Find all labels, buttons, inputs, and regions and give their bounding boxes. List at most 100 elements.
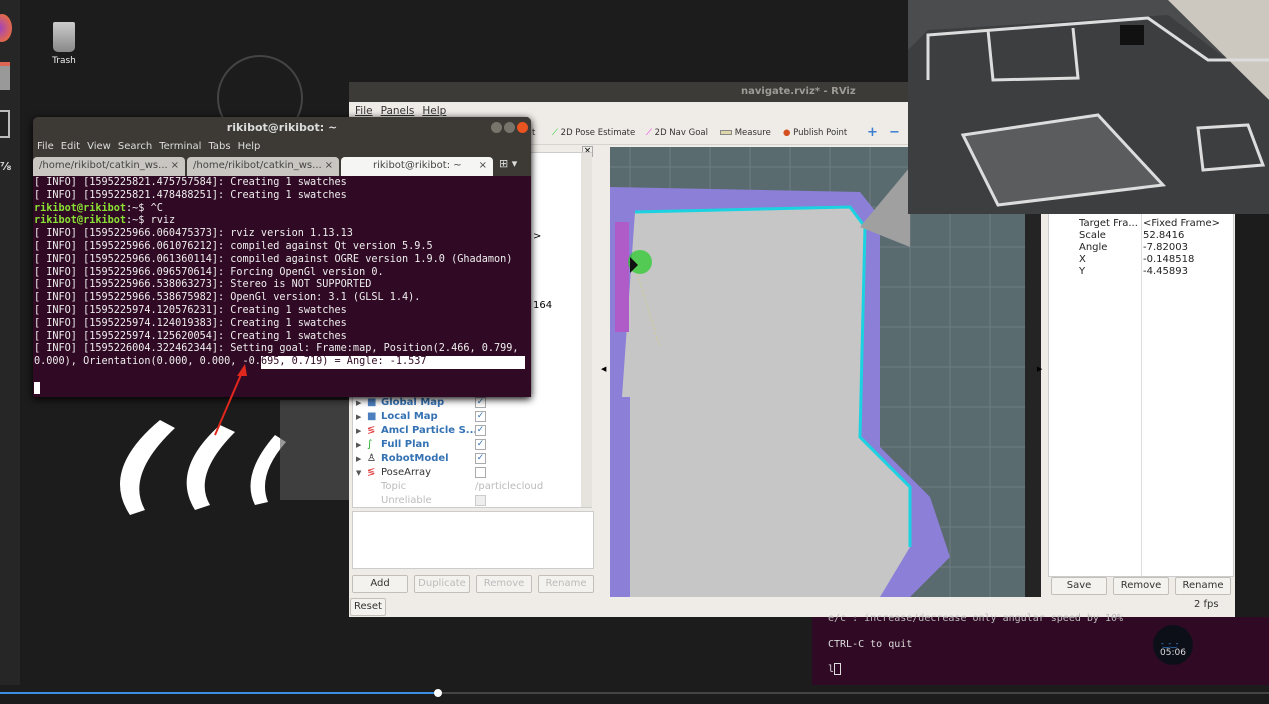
menu-edit[interactable]: Edit	[61, 141, 80, 152]
display-full-plan[interactable]: ▶ ∫ Full Plan ✓	[353, 438, 593, 452]
prop-value[interactable]: /particlecloud	[475, 480, 543, 494]
output-line: [ INFO] [1595225974.124019383]: Creating…	[34, 317, 347, 329]
tool-2d-pose-estimate[interactable]: ⟋ 2D Pose Estimate	[552, 128, 635, 138]
menu-view[interactable]: View	[87, 141, 111, 152]
display-amcl-particles[interactable]: ▶ ≶ Amcl Particle S... ✓	[353, 424, 593, 438]
video-progress-bar[interactable]	[0, 689, 1269, 697]
tab-close-icon[interactable]: ×	[325, 160, 333, 173]
teleop-terminal[interactable]: e/c : increase/decrease only angular spe…	[812, 613, 1269, 685]
close-icon[interactable]	[517, 122, 528, 133]
rename-view-button[interactable]: Rename	[1175, 577, 1231, 595]
tab-home[interactable]: rikibot@rikibot: ~ ×	[341, 157, 493, 176]
firefox-icon[interactable]	[0, 14, 12, 42]
maximize-icon[interactable]	[504, 122, 515, 133]
reset-button[interactable]: Reset	[350, 598, 386, 616]
tab-label: /home/rikibot/catkin_ws...	[39, 160, 168, 171]
display-checkbox[interactable]: ✓	[475, 411, 486, 422]
tool-2d-nav-goal[interactable]: ⟋ 2D Nav Goal	[646, 128, 708, 138]
selected-text: 695, 0.719) = Angle: -1.537	[260, 356, 525, 369]
collapse-icon[interactable]: ▼	[356, 466, 361, 480]
menu-file[interactable]: File	[37, 141, 54, 152]
display-robot-model[interactable]: ▶ ♙ RobotModel ✓	[353, 452, 593, 466]
tab-catkin-2[interactable]: /home/rikibot/catkin_ws... ×	[187, 157, 339, 176]
duplicate-button[interactable]: Duplicate	[414, 575, 470, 593]
unreliable-checkbox[interactable]	[475, 495, 486, 506]
collapse-left-icon[interactable]: ◀	[601, 365, 606, 373]
menu-tabs[interactable]: Tabs	[208, 141, 230, 152]
expand-icon[interactable]: ▶	[356, 452, 361, 466]
cursor	[834, 663, 842, 675]
fps-indicator: 2 fps	[1194, 599, 1219, 610]
minus-icon[interactable]: −	[889, 125, 900, 140]
tool-measure[interactable]: Measure	[720, 128, 771, 138]
map-view[interactable]	[610, 147, 1040, 597]
pose-array-icon: ≶	[367, 425, 376, 436]
terminal-output[interactable]: [ INFO] [1595225821.475757584]: Creating…	[33, 176, 531, 395]
tree-scrollbar[interactable]	[581, 153, 592, 507]
display-checkbox[interactable]: ✓	[475, 439, 486, 450]
display-checkbox[interactable]	[475, 467, 486, 478]
camera-overlay	[908, 0, 1269, 214]
minimize-icon[interactable]	[491, 122, 502, 133]
tool-partial[interactable]: t	[532, 128, 535, 138]
display-label: Amcl Particle S...	[381, 425, 478, 436]
display-label: RobotModel	[381, 453, 449, 464]
rviz-app-icon[interactable]: ⅞	[0, 160, 11, 173]
tab-close-icon[interactable]: ×	[479, 160, 487, 173]
add-button[interactable]: Add	[352, 575, 408, 593]
expand-icon[interactable]: ▶	[356, 396, 361, 410]
video-progress-handle[interactable]	[433, 689, 442, 697]
rename-button[interactable]: Rename	[538, 575, 594, 593]
prop-scale-value[interactable]: 52.8416	[1143, 230, 1220, 242]
remove-view-button[interactable]: Remove	[1113, 577, 1169, 595]
expand-icon[interactable]: ▶	[356, 410, 361, 424]
tool-publish-point[interactable]: ● Publish Point	[783, 128, 847, 138]
output-line: [ INFO] [1595225974.120576231]: Creating…	[34, 304, 347, 316]
tree-fragment: 164	[533, 300, 553, 311]
files-icon[interactable]	[0, 62, 10, 90]
expand-icon[interactable]: ▶	[356, 424, 361, 438]
display-checkbox[interactable]: ✓	[475, 425, 486, 436]
command: rviz	[150, 215, 176, 227]
plus-icon[interactable]: +	[867, 125, 878, 140]
new-tab-icon[interactable]: ⊞ ▾	[499, 157, 517, 176]
prop-unreliable[interactable]: Unreliable	[353, 494, 593, 508]
menu-help[interactable]: Help	[238, 141, 261, 152]
output-line: [ INFO] [1595225821.478488251]: Creating…	[34, 189, 347, 201]
menu-help[interactable]: Help	[422, 105, 446, 117]
path-icon: ∫	[367, 439, 373, 450]
prop-target-frame-value[interactable]: <Fixed Frame>	[1143, 218, 1220, 230]
display-pose-array[interactable]: ▼ ≶ PoseArray	[353, 466, 593, 480]
tab-catkin-1[interactable]: /home/rikibot/catkin_ws... ×	[33, 157, 185, 176]
output-line: CTRL-C to quit	[828, 639, 913, 650]
save-view-button[interactable]: Save	[1051, 577, 1107, 595]
terminal-menubar: File Edit View Search Terminal Tabs Help	[33, 138, 531, 155]
tab-close-icon[interactable]: ×	[171, 160, 179, 173]
display-checkbox[interactable]: ✓	[475, 453, 486, 464]
annotation-arrow	[214, 364, 247, 436]
magenta-arrow-icon: ⟋	[646, 128, 652, 138]
green-arrow-icon: ⟋	[552, 128, 558, 138]
goal-line: 0.000), Orientation(0.000, 0.000, -0.695…	[34, 356, 530, 369]
remove-button[interactable]: Remove	[476, 575, 532, 593]
menu-terminal[interactable]: Terminal	[159, 141, 201, 152]
collapse-right-icon[interactable]: ▶	[1037, 365, 1042, 373]
display-checkbox[interactable]: ✓	[475, 397, 486, 408]
menu-search[interactable]: Search	[118, 141, 152, 152]
display-local-map[interactable]: ▶ ■ Local Map ✓	[353, 410, 593, 424]
prop-y-value[interactable]: -4.45893	[1143, 266, 1220, 278]
trash-desktop-icon[interactable]: Trash	[48, 22, 80, 66]
command: ^C	[150, 202, 163, 214]
tool-label: 2D Pose Estimate	[560, 128, 636, 138]
expand-icon[interactable]: ▶	[356, 438, 361, 452]
menu-panels[interactable]: Panels	[381, 105, 415, 117]
prop-topic[interactable]: Topic/particlecloud	[353, 480, 593, 494]
terminal-app-icon[interactable]	[0, 110, 10, 138]
display-global-map[interactable]: ▶ ■ Global Map ✓	[353, 396, 593, 410]
menu-file[interactable]: File	[355, 105, 373, 117]
robot-image	[280, 400, 350, 500]
pose-array-icon: ≶	[367, 467, 376, 478]
prop-target-frame-label: Target Fra...	[1079, 218, 1138, 229]
prop-angle-value[interactable]: -7.82003	[1143, 242, 1220, 254]
prop-x-value[interactable]: -0.148518	[1143, 254, 1220, 266]
